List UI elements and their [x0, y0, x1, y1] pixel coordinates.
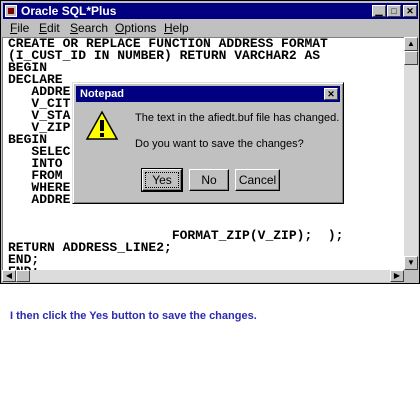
horizontal-scrollbar[interactable]: ◀ ▶ [2, 270, 404, 282]
menu-options-rest: ptions [124, 21, 157, 35]
vertical-scroll-thumb[interactable] [404, 51, 418, 65]
close-button[interactable]: ✕ [403, 5, 417, 17]
menu-edit[interactable]: Edit [39, 20, 60, 37]
menu-help[interactable]: Help [164, 20, 189, 37]
menu-search[interactable]: Search [70, 20, 108, 37]
menu-edit-rest: dit [47, 21, 60, 35]
cancel-button-label: Cancel [238, 173, 277, 187]
horizontal-scroll-thumb[interactable] [16, 270, 30, 282]
scroll-corner [404, 270, 418, 282]
title-bar[interactable]: Oracle SQL*Plus ▁ □ ✕ [3, 3, 418, 19]
dialog-message: The text in the afiedt.buf file has chan… [135, 112, 340, 124]
menu-options[interactable]: Options [115, 20, 156, 37]
warning-icon [85, 110, 119, 140]
scroll-down-button[interactable]: ▼ [404, 256, 418, 270]
yes-button[interactable]: Yes [141, 168, 183, 192]
vertical-scrollbar[interactable]: ▲ ▼ [404, 37, 418, 270]
app-icon[interactable] [5, 5, 17, 17]
dialog-question: Do you want to save the changes? [135, 138, 304, 150]
notepad-dialog: Notepad ✕ The text in the afiedt.buf fil… [72, 82, 344, 204]
no-button[interactable]: No [189, 169, 229, 191]
minimize-button[interactable]: ▁ [372, 5, 386, 17]
menu-file[interactable]: File [10, 20, 29, 37]
maximize-button[interactable]: □ [387, 5, 401, 17]
dialog-title: Notepad [80, 88, 124, 100]
menu-search-rest: earch [78, 21, 109, 35]
scroll-up-button[interactable]: ▲ [404, 37, 418, 51]
tutorial-caption: I then click the Yes button to save the … [10, 310, 257, 322]
dialog-close-button[interactable]: ✕ [324, 88, 338, 100]
scroll-left-button[interactable]: ◀ [2, 270, 16, 282]
scroll-right-button[interactable]: ▶ [390, 270, 404, 282]
menu-help-rest: elp [172, 21, 189, 35]
yes-button-label: Yes [145, 172, 179, 188]
dialog-title-bar[interactable]: Notepad ✕ [76, 86, 340, 102]
cancel-button[interactable]: Cancel [235, 169, 280, 191]
menu-file-rest: ile [17, 21, 30, 35]
menu-bar: File Edit Search Options Help [3, 20, 418, 37]
no-button-label: No [201, 173, 217, 187]
window-title: Oracle SQL*Plus [21, 4, 117, 18]
